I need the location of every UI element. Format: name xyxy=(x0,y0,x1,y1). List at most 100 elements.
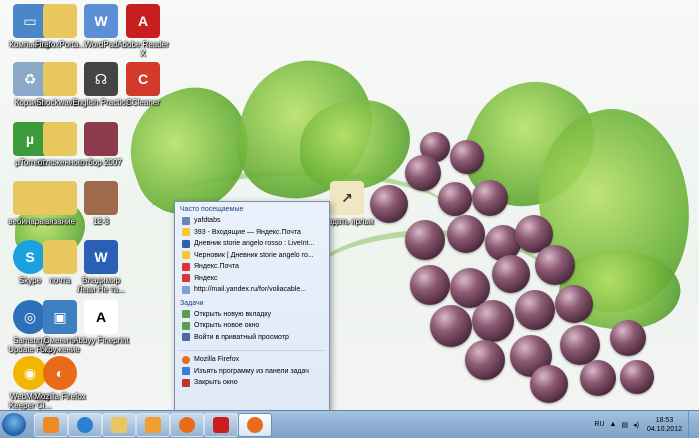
firefox-icon: ◐ xyxy=(43,356,77,390)
volume-icon[interactable]: ◂) xyxy=(633,421,639,429)
word-doc-icon: W xyxy=(84,240,118,274)
ie-icon xyxy=(77,417,93,433)
grape xyxy=(472,300,514,342)
jumplist-item-label: 393 - Входящие — Яндекс.Почта xyxy=(194,228,301,236)
desktop-icon-label: CCleaner xyxy=(126,98,160,107)
desktop-icon-label: отбор 2007 xyxy=(80,158,122,167)
photo-icon xyxy=(84,181,118,215)
grape xyxy=(560,325,600,365)
taskbar-media-player[interactable] xyxy=(136,413,170,437)
grape xyxy=(535,245,575,285)
shortcut-icon: ↗ xyxy=(330,181,364,215)
grape xyxy=(620,360,654,394)
desktop-icon-ccleaner[interactable]: C CCleaner xyxy=(114,62,172,107)
show-desktop-button[interactable] xyxy=(688,411,697,438)
ccleaner-icon: C xyxy=(126,62,160,96)
mail-icon xyxy=(182,228,190,237)
taskbar-firefox[interactable] xyxy=(170,413,204,437)
desktop-icon-label: Adobe Reader X xyxy=(117,40,169,58)
task-new-window[interactable]: Открыть новое окно xyxy=(175,320,329,332)
desktop-icon-label: Mozilla Firefox xyxy=(34,392,86,401)
tray-arrow-icon[interactable]: ▲ xyxy=(610,421,617,428)
firefox-icon xyxy=(182,355,190,364)
taskbar-explorer[interactable] xyxy=(102,413,136,437)
frequent-header: Часто посещаемые xyxy=(180,206,244,213)
task-label: Открыть новую вкладку xyxy=(194,310,272,318)
jumplist-item-label: Яндекс.Почта xyxy=(194,263,239,271)
jumplist-item-label: yafdtabs xyxy=(194,217,221,225)
task-private-browsing[interactable]: Войти в приватный просмотр xyxy=(175,332,329,344)
jumplist-item[interactable]: Яндекс.Почта xyxy=(175,261,329,273)
network-icon[interactable]: ▤ xyxy=(621,421,628,429)
taskbar-ie[interactable] xyxy=(68,413,102,437)
grape xyxy=(580,360,616,396)
desktop-icon-word-doc[interactable]: W Владимир Леви Не та... xyxy=(72,240,130,294)
grape xyxy=(438,182,472,216)
jumplist-item[interactable]: 393 - Входящие — Яндекс.Почта xyxy=(175,227,329,239)
firefox-jumplist: Часто посещаемые yafdtabs 393 - Входящие… xyxy=(174,201,330,411)
jumplist-item-label: http://mail.yandex.ru/for/voliacable... xyxy=(194,286,307,294)
task-label: Войти в приватный просмотр xyxy=(194,333,289,341)
adobe-reader-icon xyxy=(213,417,229,433)
jumplist-item[interactable]: yafdtabs xyxy=(175,215,329,227)
page-icon xyxy=(182,216,190,225)
desktop-icon-label: 12-3 xyxy=(92,217,109,226)
mask-icon xyxy=(182,333,190,342)
close-icon xyxy=(182,378,190,387)
jumplist-item-label: Яндекс xyxy=(194,274,218,282)
grape xyxy=(530,365,568,403)
start-button[interactable] xyxy=(2,413,26,436)
grape xyxy=(430,305,472,347)
clock[interactable]: 18:53 04.10.2012 xyxy=(647,416,682,434)
grape xyxy=(492,255,530,293)
grape xyxy=(447,215,485,253)
desktop-icon-firefox[interactable]: ◐ Mozilla Firefox xyxy=(31,356,89,401)
draft-icon xyxy=(182,251,190,260)
language-indicator[interactable]: RU xyxy=(594,421,604,428)
yandex-mail-icon xyxy=(182,262,190,271)
yandex-icon xyxy=(182,274,190,283)
jumplist-item[interactable]: Дневник storie angelo rosso : LiveInt... xyxy=(175,238,329,250)
taskbar-acrobat[interactable] xyxy=(204,413,238,437)
action-close-window[interactable]: Закрыть окно xyxy=(175,377,329,389)
action-unpin[interactable]: Изъять программу из панели задач xyxy=(175,366,329,378)
headphones-icon: ☊ xyxy=(84,62,118,96)
grape xyxy=(610,320,646,356)
tasks-header: Задачи xyxy=(180,299,204,307)
action-open-firefox[interactable]: Mozilla Firefox xyxy=(175,354,329,366)
desktop-icon-otbor[interactable]: отбор 2007 xyxy=(72,122,130,167)
jumplist-item[interactable]: Черновик | Дневник storie angelo ro... xyxy=(175,250,329,262)
jumplist-item-label: Дневник storie angelo rosso : LiveInt... xyxy=(194,240,315,248)
desktop-icon-label: Abbyy Fineprint xyxy=(73,336,129,345)
xampp-icon xyxy=(43,417,59,433)
wordpad-icon: W xyxy=(84,4,118,38)
jumplist-item[interactable]: Яндекс xyxy=(175,273,329,285)
grape xyxy=(410,265,450,305)
page-icon xyxy=(182,285,190,294)
grape xyxy=(555,285,593,323)
folder-icon xyxy=(111,417,127,433)
adobe-reader-icon: A xyxy=(126,4,160,38)
jumplist-item-label: Черновик | Дневник storie angelo ro... xyxy=(194,251,314,259)
grape xyxy=(515,290,555,330)
firefox-icon xyxy=(179,417,195,433)
action-label: Mozilla Firefox xyxy=(194,356,240,364)
task-new-tab[interactable]: Открыть новую вкладку xyxy=(175,309,329,321)
task-label: Открыть новое окно xyxy=(194,322,260,330)
action-label: Закрыть окно xyxy=(194,379,238,387)
desktop-icon-adobe-reader[interactable]: A Adobe Reader X xyxy=(114,4,172,58)
plus-icon xyxy=(182,310,190,319)
photo-icon xyxy=(84,122,118,156)
desktop-icon-abbyy[interactable]: A Abbyy Fineprint xyxy=(72,300,130,345)
clock-date: 04.10.2012 xyxy=(646,425,682,433)
taskbar-xampp[interactable] xyxy=(34,413,68,437)
jumplist-item[interactable]: http://mail.yandex.ru/for/voliacable... xyxy=(175,284,329,296)
firefox-icon xyxy=(247,417,263,433)
desktop-icon-12-3[interactable]: 12-3 xyxy=(72,181,130,226)
grape xyxy=(465,340,505,380)
grape xyxy=(405,155,441,191)
liveinternet-icon xyxy=(182,239,190,248)
taskbar-firefox-active[interactable] xyxy=(238,413,272,437)
system-tray: RU ▲ ▤ ◂) 18:53 04.10.2012 xyxy=(589,411,697,438)
grape xyxy=(450,140,484,174)
